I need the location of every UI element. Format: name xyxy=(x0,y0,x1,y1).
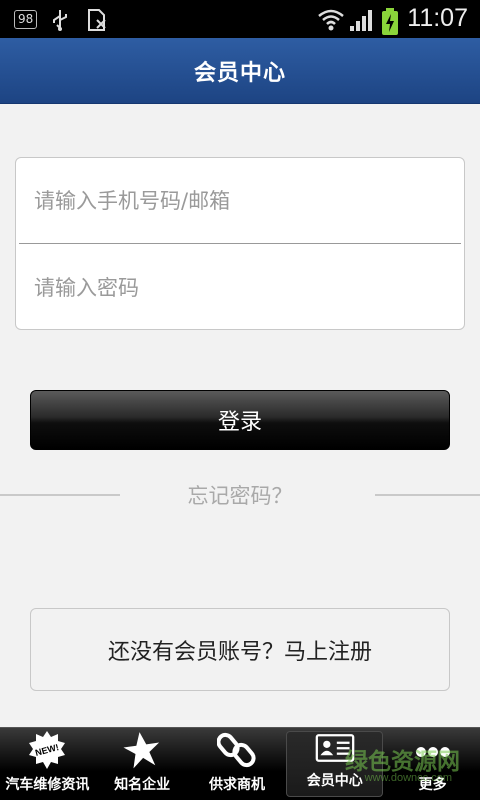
notification-badge: 98 xyxy=(14,9,38,29)
tab-label: 会员中心 xyxy=(306,773,363,789)
wifi-icon xyxy=(317,8,345,30)
tab-label: 知名企业 xyxy=(114,777,171,793)
tab-repair-news[interactable]: NEW! 汽车维修资讯 xyxy=(0,728,95,800)
page-title: 会员中心 xyxy=(193,60,286,86)
account-input[interactable] xyxy=(34,189,434,213)
star-icon xyxy=(122,730,162,770)
tab-label: 汽车维修资讯 xyxy=(5,777,90,793)
password-input[interactable] xyxy=(34,276,434,300)
chain-link-icon xyxy=(216,730,257,770)
divider-right xyxy=(375,494,480,496)
tab-label: 更多 xyxy=(418,777,447,793)
forgot-password-row: 忘记密码？ xyxy=(0,478,480,512)
new-badge-icon: NEW! xyxy=(27,730,67,770)
account-field[interactable] xyxy=(16,158,464,244)
password-field[interactable] xyxy=(16,245,464,331)
field-divider xyxy=(19,243,461,244)
tab-supply-demand[interactable]: 供求商机 xyxy=(190,728,285,800)
title-bar: 会员中心 xyxy=(0,38,480,104)
register-button[interactable]: 还没有会员账号？马上注册 xyxy=(30,608,450,691)
login-button[interactable]: 登录 xyxy=(30,390,450,450)
tab-more[interactable]: 更多 xyxy=(385,728,480,800)
battery-charging-icon xyxy=(381,7,399,35)
bottom-tab-bar: NEW! 汽车维修资讯 知名企业 供求商机 会员中心 更多 xyxy=(0,727,480,800)
member-card-icon xyxy=(315,730,355,766)
tab-label: 供求商机 xyxy=(208,777,265,793)
usb-icon xyxy=(49,8,73,31)
more-dots-icon xyxy=(413,730,453,770)
sim-card-icon xyxy=(85,8,109,31)
login-form xyxy=(15,157,465,330)
status-bar: 98 11:07 xyxy=(0,0,480,38)
status-left-icons: 98 xyxy=(14,8,109,31)
tab-famous-companies[interactable]: 知名企业 xyxy=(95,728,190,800)
status-right-icons: 11:07 xyxy=(317,4,468,35)
signal-strength-icon xyxy=(349,8,373,31)
clock: 11:07 xyxy=(407,4,468,32)
tab-member-center[interactable]: 会员中心 xyxy=(286,730,384,797)
